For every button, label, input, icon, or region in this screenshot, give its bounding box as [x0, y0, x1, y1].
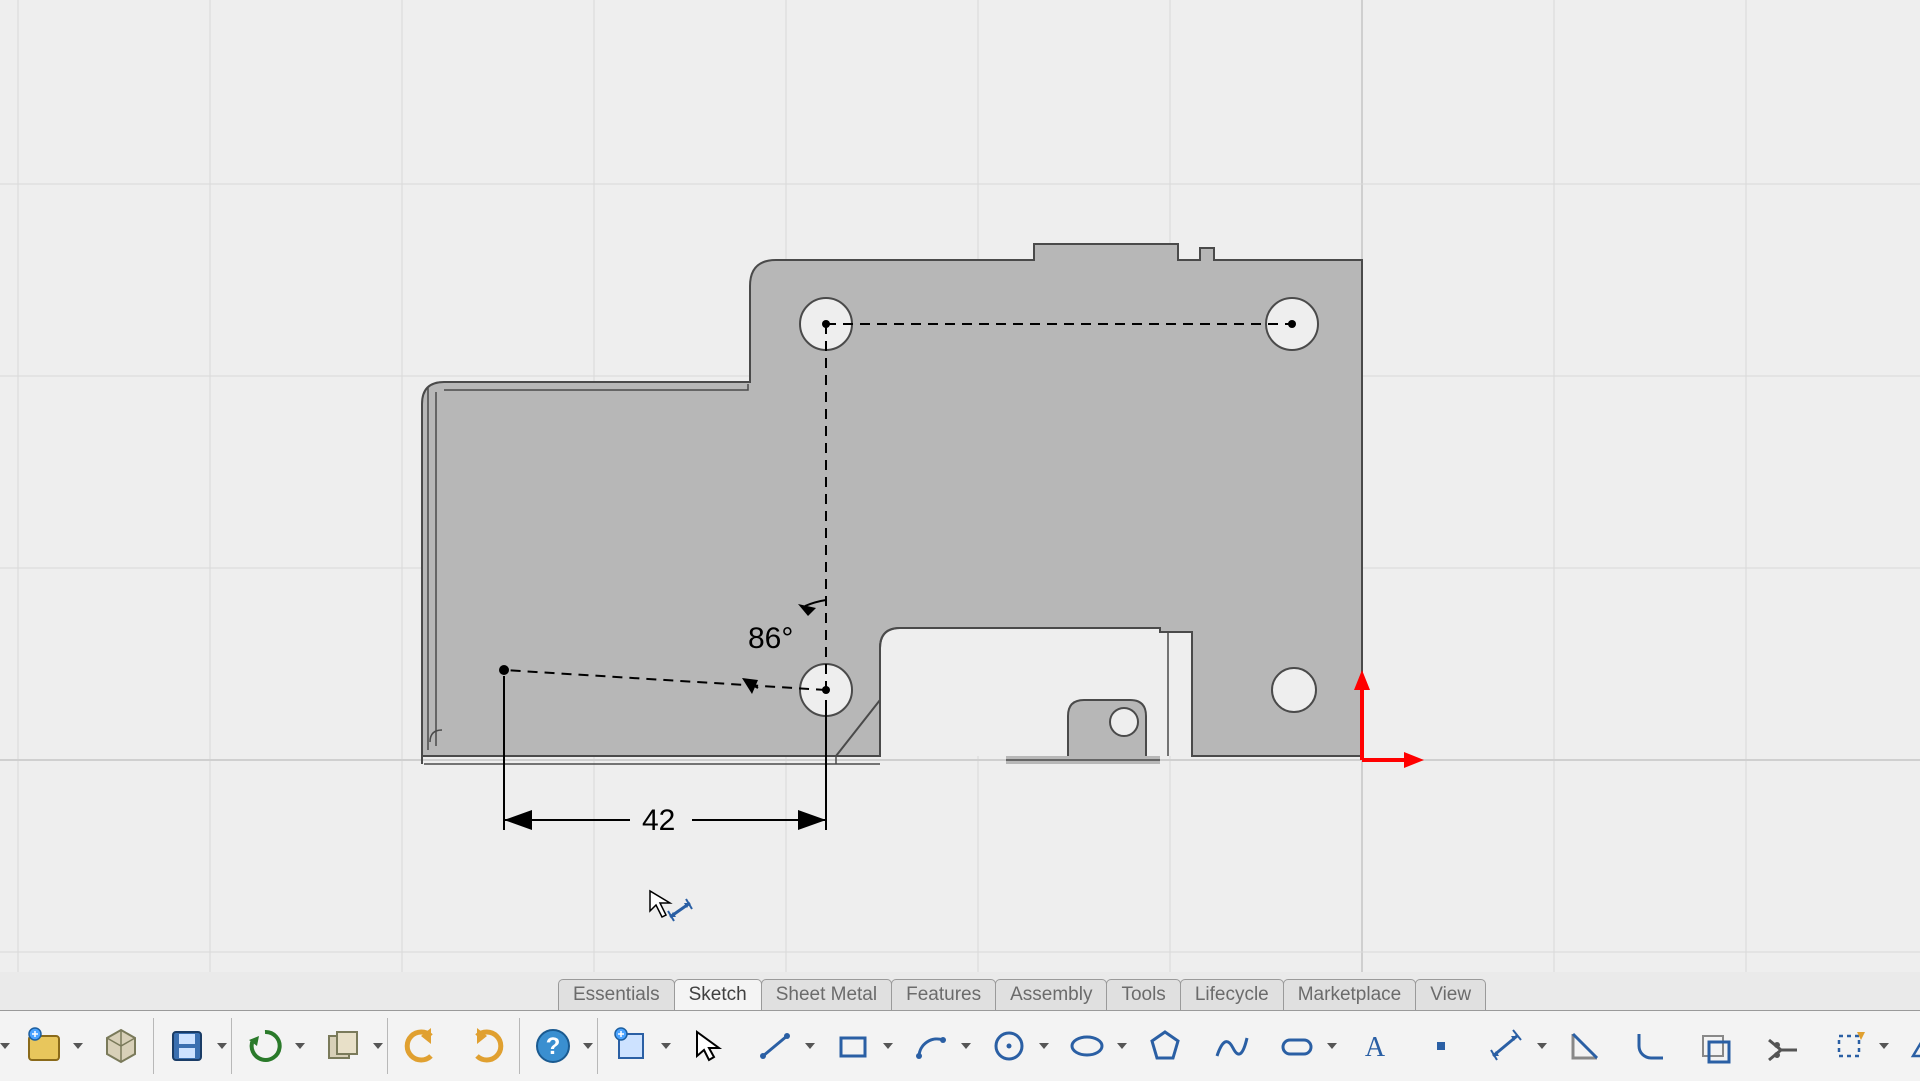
text-button[interactable] — [1342, 1018, 1408, 1074]
new-sketch-plane-button[interactable] — [598, 1018, 676, 1074]
fillet-button[interactable] — [1618, 1018, 1684, 1074]
dropdown-arrow-icon — [1879, 1043, 1889, 1049]
dropdown-arrow-icon — [883, 1043, 893, 1049]
ribbon-tabs: EssentialsSketchSheet MetalFeaturesAssem… — [0, 972, 1920, 1010]
slot-icon — [1277, 1026, 1317, 1066]
select-icon — [689, 1026, 729, 1066]
slot-button[interactable] — [1264, 1018, 1342, 1074]
circle-button[interactable] — [976, 1018, 1054, 1074]
tab-tools[interactable]: Tools — [1106, 979, 1180, 1010]
component-options-icon — [323, 1026, 363, 1066]
arc-button[interactable] — [898, 1018, 976, 1074]
rectangle-button[interactable] — [820, 1018, 898, 1074]
tab-assembly[interactable]: Assembly — [995, 979, 1107, 1010]
line-button[interactable] — [742, 1018, 820, 1074]
toolbar — [0, 1010, 1920, 1081]
feature-view-icon — [101, 1026, 141, 1066]
dropdown-arrow-icon — [73, 1043, 83, 1049]
dropdown-arrow-icon — [217, 1043, 227, 1049]
dropdown-arrow-icon — [1039, 1043, 1049, 1049]
circle-icon — [989, 1026, 1029, 1066]
undo-button[interactable] — [388, 1018, 454, 1074]
undo-icon — [401, 1026, 441, 1066]
chamfer-icon — [1565, 1026, 1605, 1066]
fillet-icon — [1631, 1026, 1671, 1066]
construction-button[interactable] — [1816, 1018, 1894, 1074]
ellipse-button[interactable] — [1054, 1018, 1132, 1074]
origin-triad — [1354, 670, 1424, 768]
new-sketch-plane-icon — [611, 1026, 651, 1066]
toolbar-dropdown[interactable] — [0, 1018, 10, 1074]
new-sketch-button[interactable] — [10, 1018, 88, 1074]
polygon-button[interactable] — [1132, 1018, 1198, 1074]
component-options-button[interactable] — [310, 1018, 388, 1074]
sync-icon — [245, 1026, 285, 1066]
new-sketch-icon — [23, 1026, 63, 1066]
sync-button[interactable] — [232, 1018, 310, 1074]
point-icon — [1421, 1026, 1461, 1066]
dimension-button[interactable] — [1474, 1018, 1552, 1074]
rectangle-icon — [833, 1026, 873, 1066]
help-icon — [533, 1026, 573, 1066]
tab-marketplace[interactable]: Marketplace — [1283, 979, 1417, 1010]
offset-button[interactable] — [1684, 1018, 1750, 1074]
dropdown-arrow-icon — [1537, 1043, 1547, 1049]
select-button[interactable] — [676, 1018, 742, 1074]
length-dimension-value[interactable]: 42 — [642, 804, 675, 837]
spline-button[interactable] — [1198, 1018, 1264, 1074]
feature-view-button[interactable] — [88, 1018, 154, 1074]
dropdown-arrow-icon — [1117, 1043, 1127, 1049]
line-icon — [755, 1026, 795, 1066]
polygon-icon — [1145, 1026, 1185, 1066]
chamfer-button[interactable] — [1552, 1018, 1618, 1074]
trim-icon — [1763, 1026, 1803, 1066]
offset-icon — [1697, 1026, 1737, 1066]
dropdown-arrow-icon — [295, 1043, 305, 1049]
tab-view[interactable]: View — [1415, 979, 1486, 1010]
save-button[interactable] — [154, 1018, 232, 1074]
tab-features[interactable]: Features — [891, 979, 996, 1010]
spline-icon — [1211, 1026, 1251, 1066]
ellipse-icon — [1067, 1026, 1107, 1066]
arc-icon — [911, 1026, 951, 1066]
construction-icon — [1829, 1026, 1869, 1066]
mirror-icon — [1907, 1026, 1920, 1066]
tab-sketch[interactable]: Sketch — [674, 979, 762, 1010]
text-icon — [1355, 1026, 1395, 1066]
help-button[interactable] — [520, 1018, 598, 1074]
dropdown-arrow-icon — [1327, 1043, 1337, 1049]
trim-button[interactable] — [1750, 1018, 1816, 1074]
dropdown-arrow-icon — [661, 1043, 671, 1049]
angle-dimension[interactable]: 86° — [748, 622, 793, 655]
point-button[interactable] — [1408, 1018, 1474, 1074]
dropdown-arrow-icon — [373, 1043, 383, 1049]
redo-icon — [467, 1026, 507, 1066]
tab-lifecycle[interactable]: Lifecycle — [1180, 979, 1284, 1010]
save-icon — [167, 1026, 207, 1066]
tab-sheet-metal[interactable]: Sheet Metal — [761, 979, 892, 1010]
sheet-metal-part[interactable] — [422, 244, 1362, 764]
mirror-button[interactable] — [1894, 1018, 1920, 1074]
tab-essentials[interactable]: Essentials — [558, 979, 675, 1010]
model-canvas[interactable]: 86° 42 — [0, 0, 1920, 972]
dropdown-arrow-icon — [961, 1043, 971, 1049]
dimension-icon — [1487, 1026, 1527, 1066]
dropdown-arrow-icon — [805, 1043, 815, 1049]
redo-button[interactable] — [454, 1018, 520, 1074]
dropdown-arrow-icon — [583, 1043, 593, 1049]
